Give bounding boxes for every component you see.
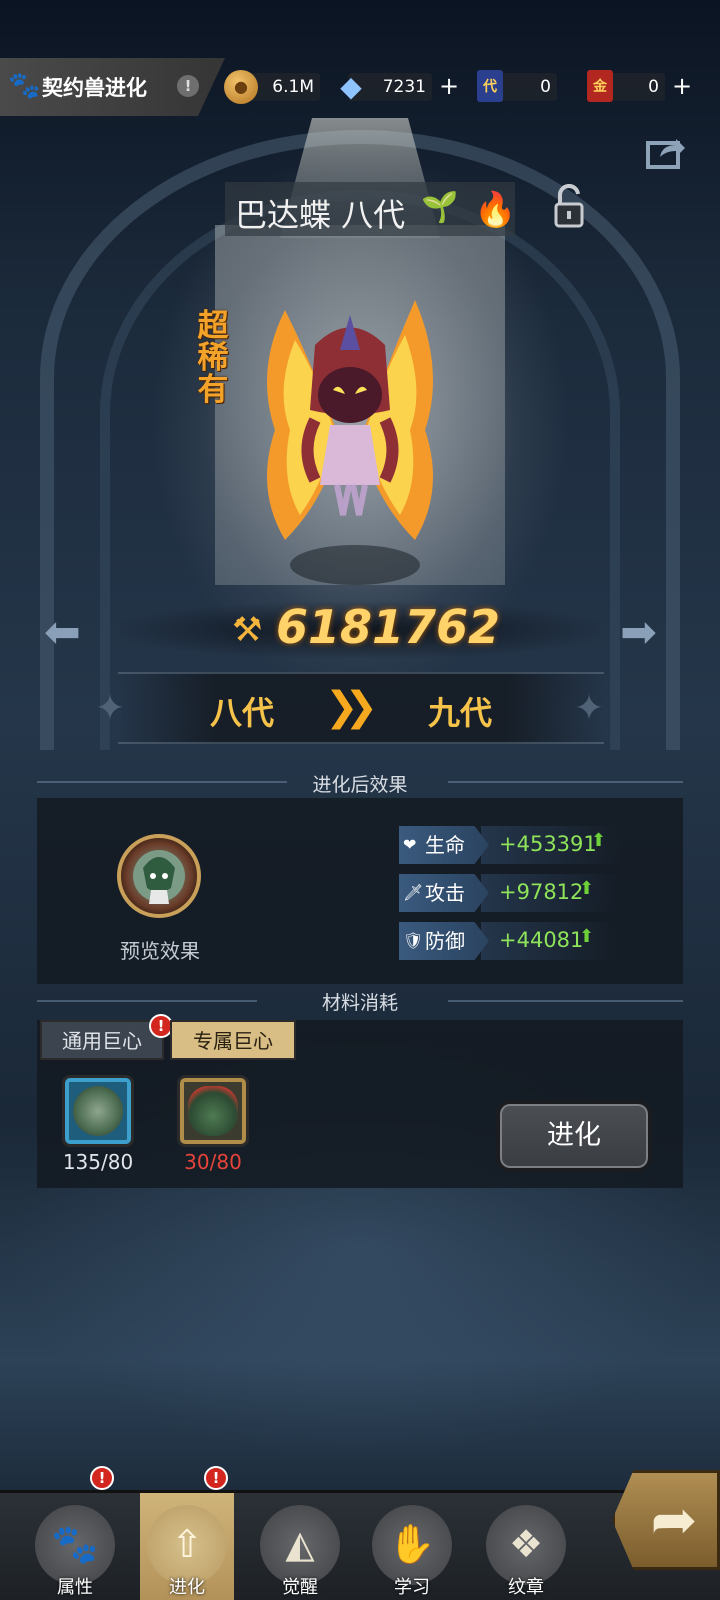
- effects-section-title: 进化后效果: [312, 774, 408, 796]
- nav-item-emblem[interactable]: ❖ 纹章: [476, 1493, 576, 1600]
- next-generation: 九代: [428, 694, 493, 732]
- heart-icon: ❤: [403, 835, 417, 854]
- share-icon[interactable]: [646, 135, 686, 171]
- claw-core-icon: [188, 1086, 238, 1136]
- double-chevron-icon: ❯❯: [325, 684, 378, 730]
- nav-item-learn[interactable]: ✋ 学习: [362, 1493, 462, 1600]
- nav-label: 纹章: [508, 1577, 544, 1598]
- current-generation: 八代: [210, 694, 275, 732]
- blue-ticket-value: 0: [540, 77, 551, 97]
- crystal-counter: ◆ 7231 +: [340, 70, 459, 103]
- increase-arrow-icon: ⬆: [591, 830, 607, 851]
- page-title: 契约兽进化: [42, 76, 147, 100]
- back-button[interactable]: ➦: [612, 1470, 720, 1570]
- alert-badge: !: [204, 1466, 228, 1490]
- nav-item-evolve[interactable]: ⇧ 进化: [140, 1493, 234, 1600]
- material-count: 30/80: [184, 1150, 242, 1174]
- add-red-ticket-button[interactable]: +: [669, 73, 695, 101]
- tab-exclusive-core[interactable]: 专属巨心: [170, 1020, 296, 1060]
- nav-item-awaken[interactable]: ◭ 觉醒: [250, 1493, 350, 1600]
- evolve-button[interactable]: 进化: [496, 1100, 652, 1172]
- fire-element-icon: 🔥: [474, 190, 517, 230]
- nav-label: 进化: [169, 1577, 205, 1598]
- increase-arrow-icon: ⬆: [579, 926, 595, 947]
- beast-name: 巴达蝶 八代: [235, 196, 406, 234]
- blue-ticket-counter: 代 0: [477, 70, 557, 102]
- lock-icon[interactable]: [552, 184, 586, 228]
- tab-general-core[interactable]: 通用巨心: [40, 1020, 164, 1060]
- material-item-exclusive-core[interactable]: [177, 1075, 249, 1147]
- stat-value: +44081: [499, 928, 584, 952]
- material-count: 135/80: [62, 1150, 134, 1174]
- previous-beast-arrow[interactable]: ⬅: [44, 607, 81, 658]
- nav-label: 属性: [57, 1577, 93, 1598]
- alert-badge: !: [90, 1466, 114, 1490]
- rarity-label: 超稀有: [197, 308, 229, 408]
- blue-ticket-icon: 代: [477, 70, 503, 102]
- combat-power: 6181762: [276, 600, 501, 654]
- monster-shadow: [290, 545, 420, 585]
- info-icon[interactable]: !: [177, 75, 199, 97]
- stat-value: +97812: [499, 880, 584, 904]
- shield-icon: 🛡: [403, 931, 424, 950]
- sparkle-icon: ✦: [574, 688, 605, 729]
- add-crystal-button[interactable]: +: [436, 73, 462, 101]
- coin-icon: ●: [224, 70, 258, 104]
- preview-effect-button[interactable]: [117, 834, 201, 918]
- nav-label: 觉醒: [282, 1577, 318, 1598]
- crystal-icon: ◆: [340, 70, 362, 103]
- next-beast-arrow[interactable]: ➡: [620, 607, 657, 658]
- coin-counter: ● 6.1M: [224, 70, 320, 104]
- title-plate: 🐾 契约兽进化 !: [0, 58, 225, 116]
- beast-core-icon: [73, 1086, 123, 1136]
- stat-label: 防御: [425, 929, 465, 953]
- increase-arrow-icon: ⬆: [579, 878, 595, 899]
- red-ticket-value: 0: [648, 77, 659, 97]
- sword-icon: 🗡: [403, 883, 424, 902]
- nav-label: 学习: [394, 1577, 430, 1598]
- beast-name-bar: 巴达蝶 八代 🌱: [225, 182, 515, 236]
- bottom-nav: 🐾 属性 ⇧ 进化 ◭ 觉醒 ✋ 学习 ❖ 纹章: [0, 1490, 720, 1600]
- material-item-general-core[interactable]: [62, 1075, 134, 1147]
- power-sword-icon: ⚒: [232, 610, 263, 650]
- beast-portrait: [267, 300, 433, 540]
- sparkle-icon: ✦: [95, 688, 126, 729]
- sprout-icon: 🌱: [421, 190, 459, 225]
- crystal-value: 7231: [382, 77, 426, 97]
- materials-section-title: 材料消耗: [321, 992, 398, 1014]
- stat-value: +453391: [499, 832, 597, 856]
- stat-label: 生命: [425, 833, 465, 857]
- top-bar: 🐾 契约兽进化 ! ● 6.1M ◆ 7231 + 代 0 金 0 +: [0, 58, 720, 116]
- nav-item-attributes[interactable]: 🐾 属性: [25, 1493, 125, 1600]
- preview-effect-label[interactable]: 预览效果: [100, 935, 220, 964]
- red-ticket-counter: 金 0 +: [587, 70, 692, 102]
- beast-avatar-icon: [133, 850, 185, 904]
- red-ticket-icon: 金: [587, 70, 613, 102]
- stat-label: 攻击: [425, 881, 465, 905]
- coin-value: 6.1M: [272, 77, 314, 97]
- beast-claw-icon: 🐾: [8, 71, 41, 101]
